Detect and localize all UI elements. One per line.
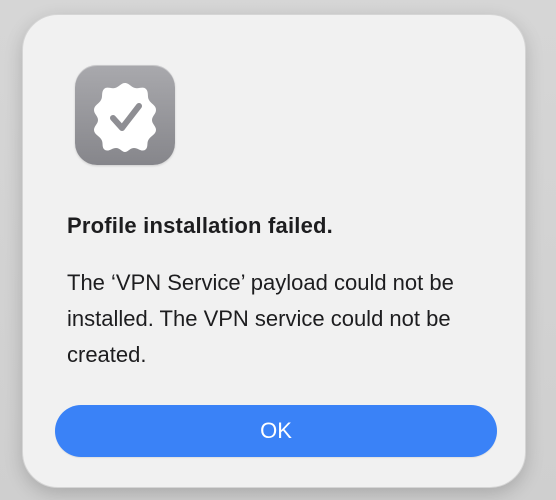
alert-dialog: Profile installation failed. The ‘VPN Se…: [22, 14, 526, 488]
ok-button[interactable]: OK: [55, 405, 497, 457]
app-icon: [75, 65, 175, 165]
verified-badge-checkmark-icon: [94, 83, 156, 152]
dialog-message: The ‘VPN Service’ payload could not be i…: [67, 270, 454, 367]
dialog-title: Profile installation failed.: [67, 213, 333, 238]
